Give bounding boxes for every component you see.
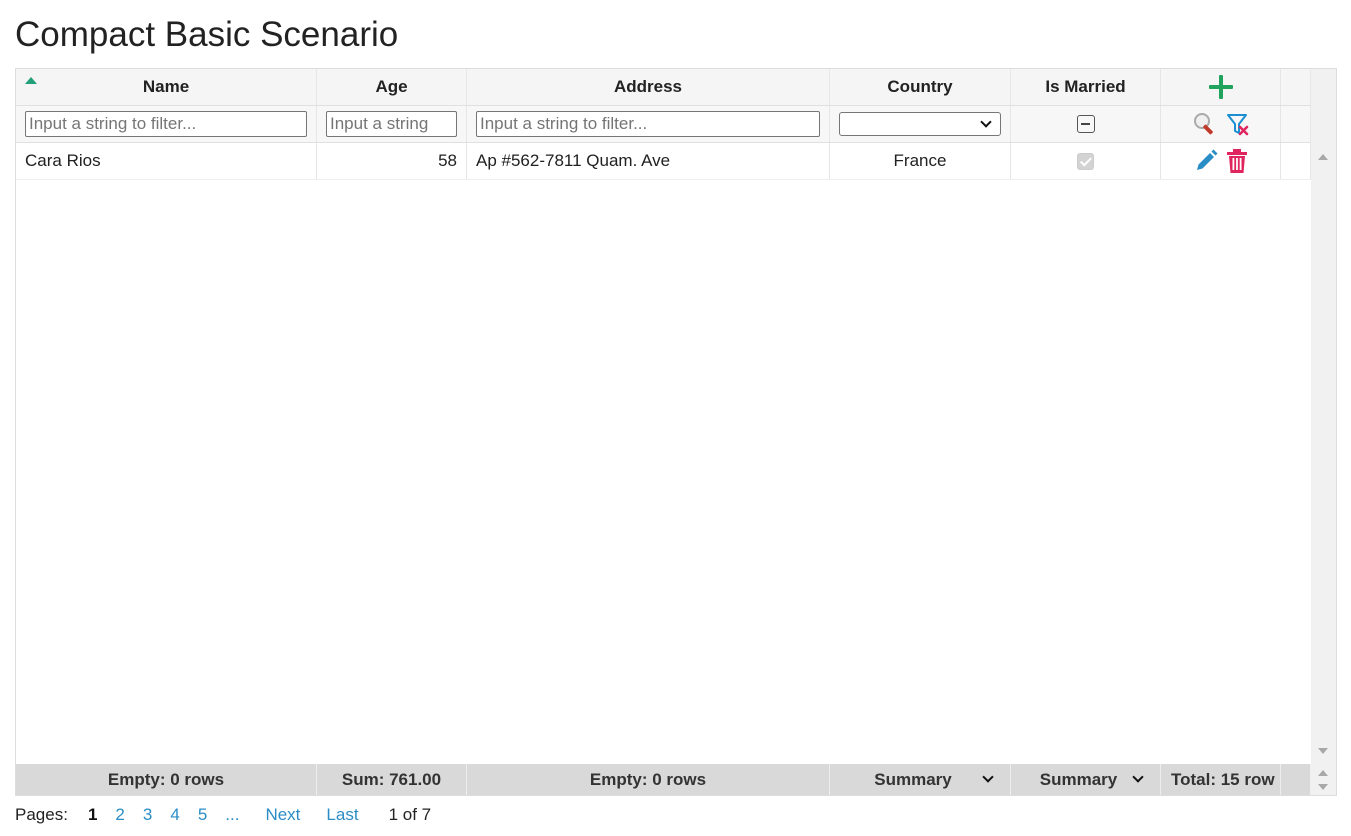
column-header-label: Age [375,77,408,96]
column-header-label: Country [887,77,953,96]
page-ellipsis-link[interactable]: ... [225,805,239,825]
grid-body: Adria Beach 29 P.O. Box 183, 2717 Nunc A… [16,143,1311,764]
footer-total-rows: Total: 15 row [1161,764,1281,795]
scroll-down-arrow-icon[interactable] [1318,748,1328,754]
page-count: 1 of 7 [388,805,432,824]
cell-country: France [830,143,1011,179]
country-filter-select[interactable] [839,112,1001,136]
cell-actions [1161,143,1281,179]
trash-icon[interactable] [1225,148,1249,174]
data-grid: Name Age Address Country Is Married Inpu… [15,68,1337,796]
column-header-is-married[interactable]: Is Married [1011,69,1161,105]
filter-cell-age [317,106,467,142]
column-header-actions [1161,69,1281,105]
cell-spacer [1281,143,1311,179]
filter-cell-name [16,106,317,142]
column-header-label: Address [613,77,683,96]
married-filter-checkbox[interactable] [1076,115,1095,133]
next-page-link[interactable]: Next [265,805,300,825]
page-link[interactable]: 5 [198,805,207,825]
summary-label: Summary [1039,769,1118,789]
name-filter-input[interactable] [25,111,307,137]
footer-summary-age: Sum: 761.00 [317,764,467,795]
last-page-link[interactable]: Last [326,805,358,825]
clear-filter-icon[interactable] [1225,111,1251,137]
sort-ascending-icon[interactable] [25,77,37,84]
table-row[interactable]: Cara Rios 58 Ap #562-7811 Quam. Ave Fran… [16,143,1311,180]
married-checkbox[interactable] [1077,152,1094,170]
scroll-up-arrow-icon[interactable] [1318,154,1328,160]
filter-row [16,106,1311,143]
column-header-label: Name [142,77,190,96]
footer-scrollbar[interactable] [1311,764,1336,795]
scrollbar-corner [1311,69,1336,143]
cell-age: 58 [317,143,467,179]
pagination: Pages: 1 2 3 4 5 ... Next Last 1 of 7 [15,803,449,827]
search-icon[interactable] [1191,111,1217,137]
summary-label: Summary [874,769,952,789]
column-header-label: Is Married [1045,77,1126,96]
vertical-scrollbar[interactable] [1311,143,1336,764]
chevron-down-icon [1132,771,1144,783]
filter-spacer [1281,106,1311,142]
chevron-down-icon [980,116,992,128]
pages-label: Pages: [15,805,68,824]
cell-address: Ap #562-7811 Quam. Ave [467,143,830,179]
address-filter-input[interactable] [476,111,820,137]
filter-cell-actions [1161,106,1281,142]
header-row: Name Age Address Country Is Married [16,69,1311,106]
married-summary-dropdown[interactable]: Summary [1011,764,1161,795]
page-link[interactable]: 2 [115,805,124,825]
cell-name: Cara Rios [16,143,317,179]
current-page: 1 [87,805,98,824]
column-header-country[interactable]: Country [830,69,1011,105]
footer-row: Empty: 0 rows Sum: 761.00 Empty: 0 rows … [16,764,1311,795]
filter-cell-is-married [1011,106,1161,142]
filter-cell-address [467,106,830,142]
page-link[interactable]: 3 [143,805,152,825]
edit-icon[interactable] [1193,148,1219,174]
scroll-down-arrow-icon[interactable] [1318,784,1328,790]
page-title: Compact Basic Scenario [15,15,399,54]
chevron-down-icon [982,771,994,783]
column-header-age[interactable]: Age [317,69,467,105]
filter-cell-country [830,106,1011,142]
country-summary-dropdown[interactable]: Summary [830,764,1011,795]
footer-spacer [1281,764,1311,795]
cell-is-married [1011,143,1161,179]
plus-icon[interactable] [1208,74,1234,100]
column-header-spacer [1281,69,1311,105]
column-header-address[interactable]: Address [467,69,830,105]
age-filter-input[interactable] [326,111,457,137]
footer-summary-name: Empty: 0 rows [16,764,317,795]
column-header-name[interactable]: Name [16,69,317,105]
page-link[interactable]: 4 [170,805,179,825]
scroll-up-arrow-icon[interactable] [1318,770,1328,776]
footer-summary-address: Empty: 0 rows [467,764,830,795]
